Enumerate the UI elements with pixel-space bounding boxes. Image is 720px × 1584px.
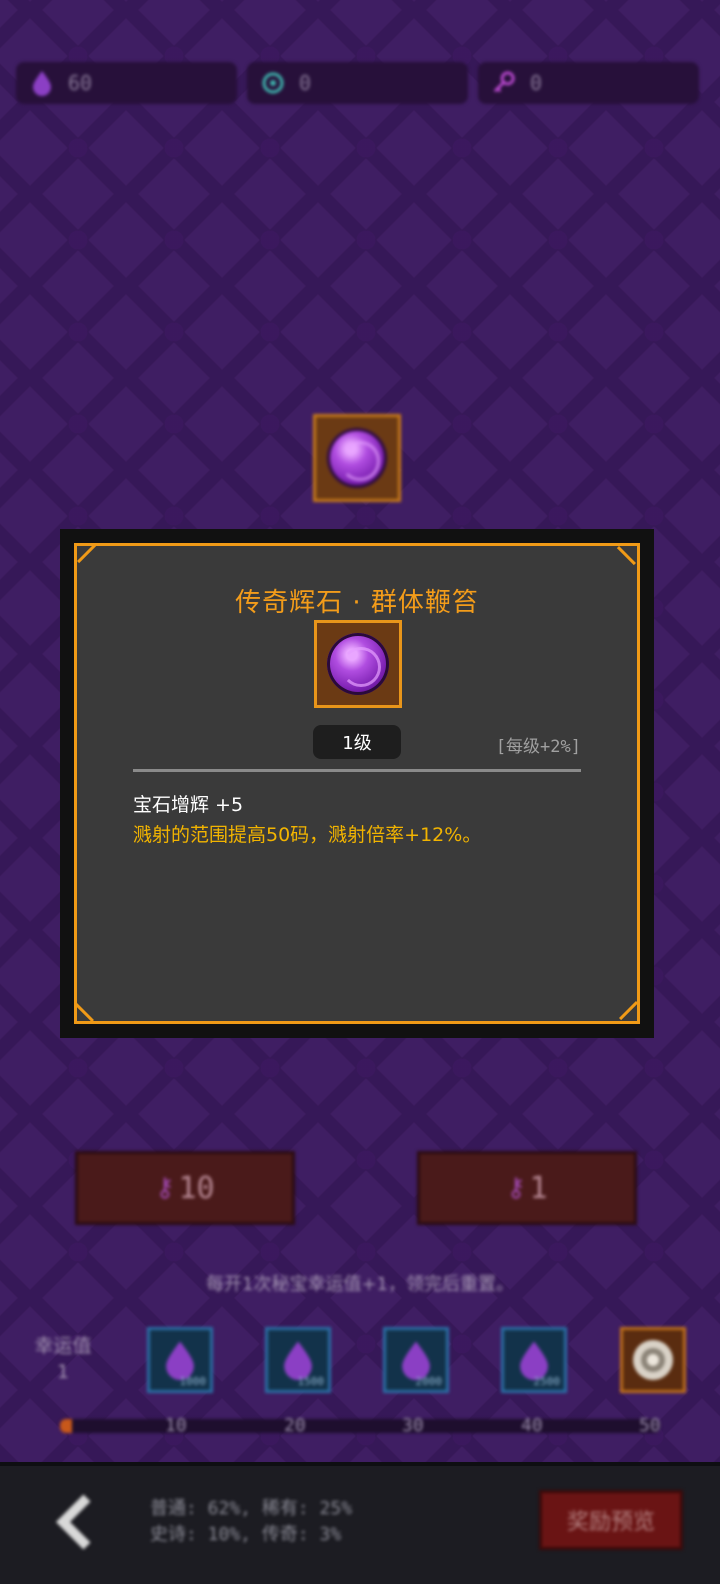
resource-swirl: 0 bbox=[247, 62, 468, 104]
luck-tick: 30 bbox=[402, 1415, 424, 1436]
magenta-key-icon: ⚷ bbox=[155, 1173, 175, 1203]
bottom-bar: 普通: 62%, 稀有: 25% 史诗: 10%, 传奇: 3% 奖励预览 bbox=[0, 1462, 720, 1584]
legendary-gem-icon bbox=[633, 1340, 673, 1380]
open-ten-button[interactable]: ⚷ 10 bbox=[75, 1151, 295, 1225]
open-one-button[interactable]: ⚷ 1 bbox=[417, 1151, 637, 1225]
gem-level-badge: 1级 bbox=[313, 725, 401, 759]
reward-preview-button[interactable]: 奖励预览 bbox=[539, 1490, 683, 1550]
reward-count: 1500 bbox=[297, 1375, 325, 1388]
gem-icon-frame bbox=[314, 620, 402, 708]
frame-corner bbox=[619, 1003, 637, 1021]
resource-essence: 60 bbox=[16, 62, 237, 104]
resource-key-value: 0 bbox=[530, 71, 543, 95]
gem-title: 传奇辉石 · 群体鞭笞 bbox=[235, 588, 479, 618]
drop-rates-line: 史诗: 10%, 传奇: 3% bbox=[150, 1524, 342, 1545]
frame-corner bbox=[77, 1003, 95, 1021]
purple-drop-icon bbox=[30, 71, 54, 96]
resource-swirl-value: 0 bbox=[299, 71, 312, 95]
resource-bar: 60 0 0 bbox=[16, 62, 699, 104]
back-arrow-icon[interactable] bbox=[50, 1494, 100, 1550]
divider bbox=[133, 769, 581, 772]
luck-label-block: 幸运值 1 bbox=[28, 1333, 98, 1385]
frame-corner bbox=[77, 546, 95, 564]
legendary-gem-icon bbox=[327, 633, 389, 695]
drop-rates: 普通: 62%, 稀有: 25% 史诗: 10%, 传奇: 3% bbox=[150, 1496, 352, 1548]
dialog-frame: 传奇辉石 · 群体鞭笞 1级 [每级+2%] 宝石增辉 +5 溅射的范围提高50… bbox=[74, 543, 640, 1024]
reward-count: 2500 bbox=[533, 1375, 561, 1388]
gem-stat: 宝石增辉 +5 bbox=[133, 794, 244, 816]
luck-reward-3[interactable]: 2000 bbox=[383, 1327, 449, 1393]
per-level-bonus: [每级+2%] bbox=[495, 737, 581, 757]
resource-essence-value: 60 bbox=[68, 71, 93, 95]
drop-rates-line: 普通: 62%, 稀有: 25% bbox=[150, 1498, 353, 1519]
reward-count: 1000 bbox=[179, 1375, 207, 1388]
frame-corner bbox=[619, 546, 637, 564]
luck-tick: 40 bbox=[521, 1415, 543, 1436]
legendary-gem-icon bbox=[327, 428, 387, 488]
luck-tip: 每开1次秘宝幸运值+1，领完后重置。 bbox=[206, 1274, 514, 1295]
luck-progress-fill bbox=[60, 1419, 72, 1433]
luck-label: 幸运值 bbox=[34, 1335, 92, 1357]
selected-gem-slot[interactable] bbox=[313, 414, 401, 502]
cyan-swirl-icon bbox=[261, 71, 285, 95]
open-one-cost: 1 bbox=[529, 1170, 548, 1206]
magenta-key-icon bbox=[492, 71, 516, 95]
luck-reward-final[interactable] bbox=[620, 1327, 686, 1393]
gem-detail-dialog[interactable]: 传奇辉石 · 群体鞭笞 1级 [每级+2%] 宝石增辉 +5 溅射的范围提高50… bbox=[60, 529, 654, 1038]
resource-key: 0 bbox=[478, 62, 699, 104]
gem-effect-description: 溅射的范围提高50码，溅射倍率+12%。 bbox=[133, 824, 482, 846]
luck-tick: 20 bbox=[284, 1415, 306, 1436]
luck-value: 1 bbox=[56, 1361, 70, 1383]
reward-count: 2000 bbox=[415, 1375, 443, 1388]
open-ten-cost: 10 bbox=[178, 1170, 215, 1206]
luck-reward-4[interactable]: 2500 bbox=[501, 1327, 567, 1393]
luck-tick: 10 bbox=[165, 1415, 187, 1436]
luck-tick: 50 bbox=[639, 1415, 661, 1436]
luck-reward-1[interactable]: 1000 bbox=[147, 1327, 213, 1393]
luck-progress-bar bbox=[60, 1419, 660, 1433]
magenta-key-icon: ⚷ bbox=[506, 1173, 526, 1203]
luck-reward-2[interactable]: 1500 bbox=[265, 1327, 331, 1393]
